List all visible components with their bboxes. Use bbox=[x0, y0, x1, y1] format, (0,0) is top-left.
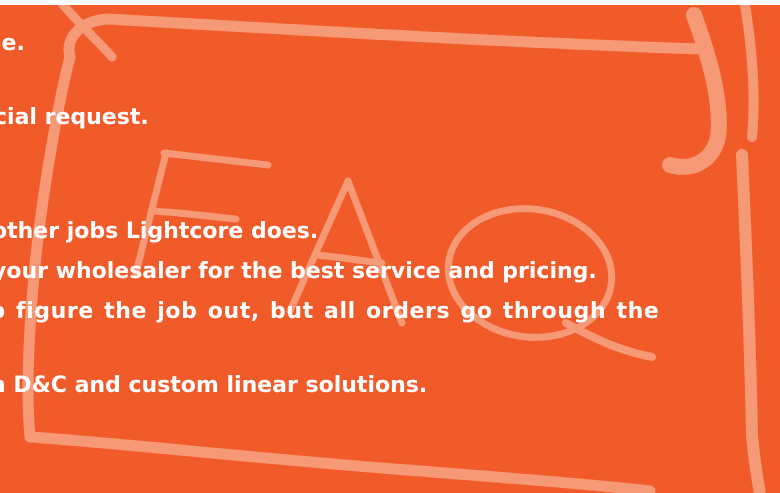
faq-text-line: o figure the job out, but all orders go … bbox=[0, 299, 660, 324]
faq-text-line: your wholesaler for the best service and… bbox=[0, 259, 597, 284]
faq-text-line: other jobs Lightcore does. bbox=[0, 219, 319, 244]
faq-banner: le. cial request. other jobs Lightcore d… bbox=[0, 0, 780, 493]
hand-drawn-faq-tag-icon bbox=[22, 5, 766, 493]
faq-text-line: le. bbox=[0, 31, 25, 56]
faq-text-line: h D&C and custom linear solutions. bbox=[0, 373, 428, 398]
faq-text-line: cial request. bbox=[0, 105, 149, 130]
orange-panel: le. cial request. other jobs Lightcore d… bbox=[0, 5, 780, 493]
